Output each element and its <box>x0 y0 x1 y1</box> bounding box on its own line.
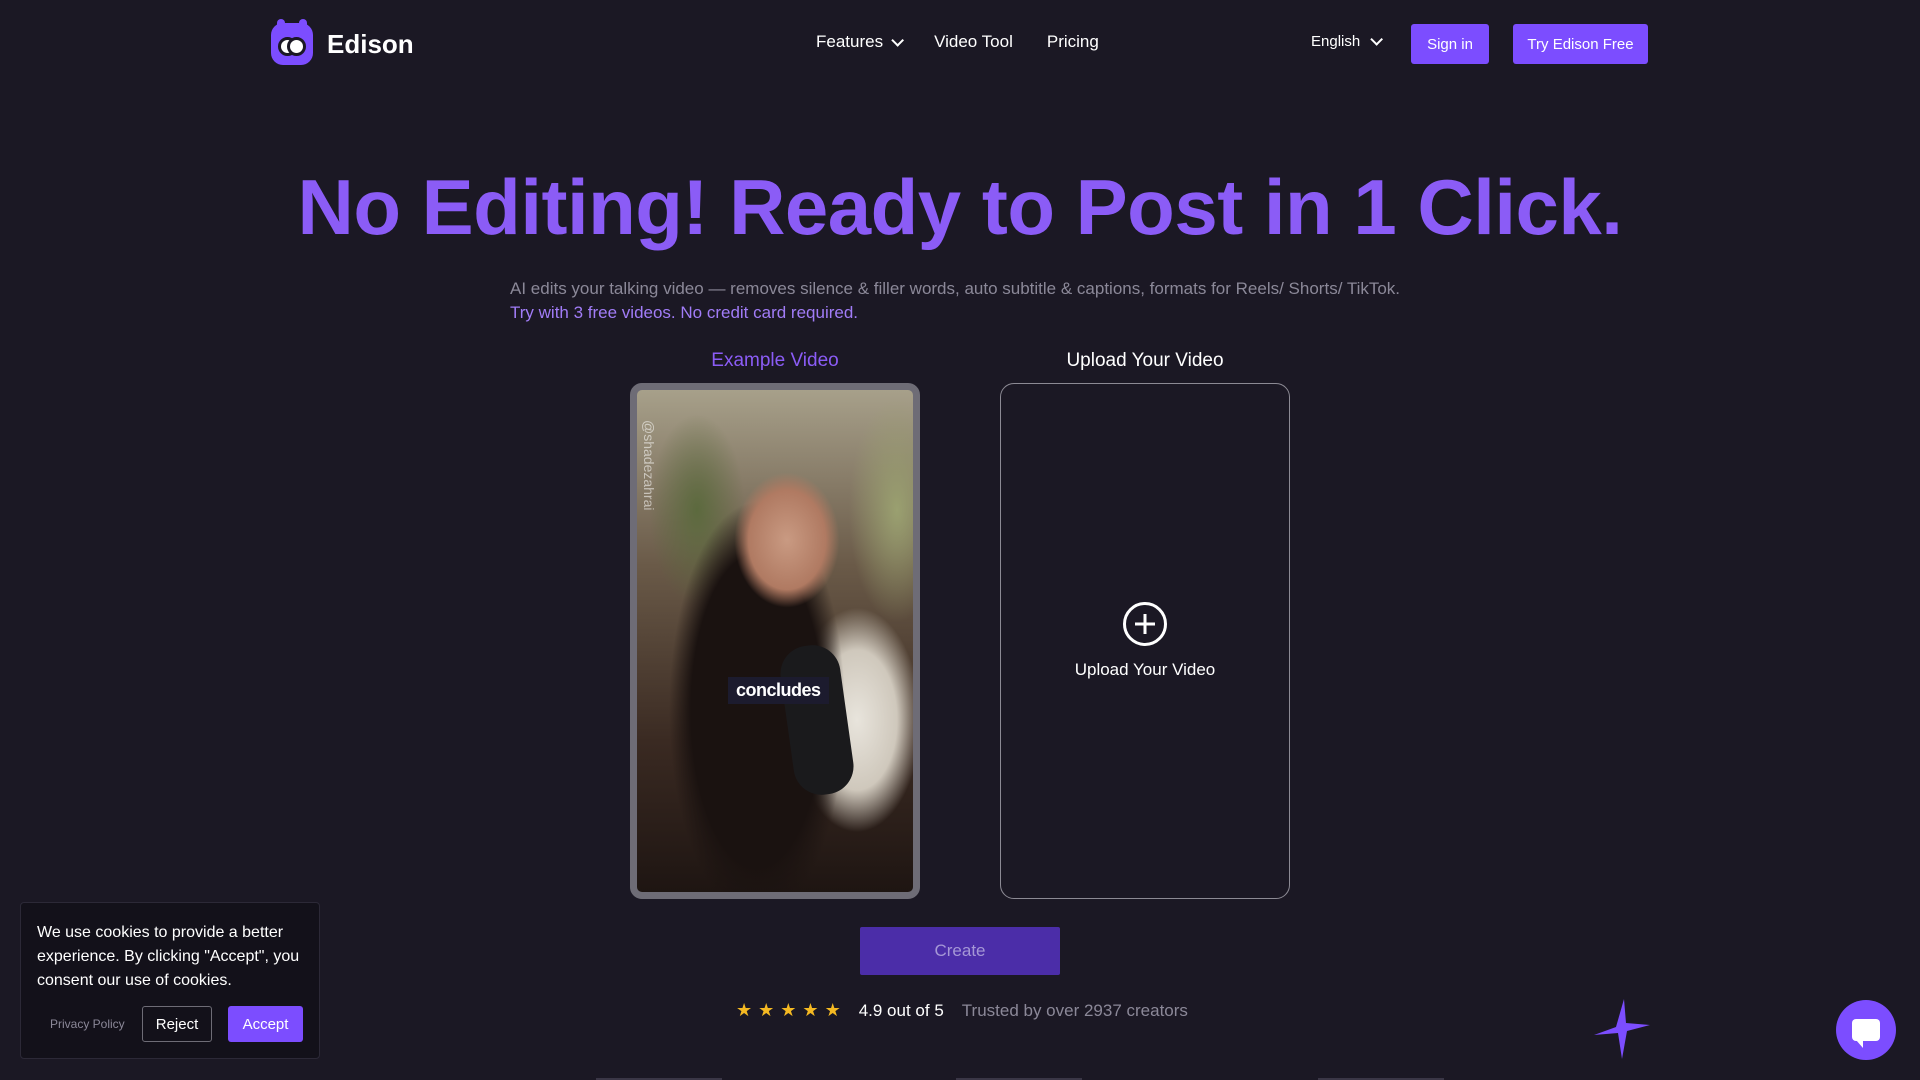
nav-item-pricing[interactable]: Pricing <box>1047 32 1099 52</box>
star-icon: ★ <box>802 1000 819 1020</box>
brand-logo[interactable]: Edison <box>271 19 414 65</box>
sparkle-icon <box>1594 999 1650 1059</box>
star-icon: ★ <box>736 1000 753 1020</box>
upload-dropzone-label: Upload Your Video <box>1074 660 1216 679</box>
hero-subtitle: AI edits your talking video — removes si… <box>510 279 1401 298</box>
example-video-label: Example Video <box>711 350 839 371</box>
brand-name: Edison <box>327 28 414 59</box>
nav-item-video-tool[interactable]: Video Tool <box>934 32 1013 52</box>
language-selector[interactable]: English <box>1311 33 1384 50</box>
rating-row: ★ ★ ★ ★ ★ 4.9 out of 5 Trusted by over 2… <box>736 1000 1188 1021</box>
star-icon: ★ <box>824 1000 841 1020</box>
accept-button[interactable]: Accept <box>228 1006 303 1042</box>
rating-stars: ★ ★ ★ ★ ★ <box>736 1000 841 1021</box>
page: Edison Features Video Tool Pricing Engli… <box>0 0 1920 1080</box>
nav-item-features[interactable]: Features <box>816 32 905 52</box>
video-watermark: @shadezahrai <box>641 420 657 511</box>
chat-bubble-icon <box>1852 1019 1880 1048</box>
nav-item-label: Features <box>816 32 884 51</box>
example-video-player[interactable]: @shadezahrai concludes <box>630 383 920 899</box>
sign-in-button[interactable]: Sign in <box>1411 24 1489 64</box>
chevron-down-icon <box>891 33 905 47</box>
star-icon: ★ <box>780 1000 797 1020</box>
main-nav: Features Video Tool Pricing <box>816 32 1099 52</box>
try-free-button[interactable]: Try Edison Free <box>1513 24 1648 64</box>
plus-circle-icon <box>1123 602 1167 646</box>
chat-launcher-button[interactable] <box>1836 1000 1896 1060</box>
cookie-message: We use cookies to provide a better exper… <box>37 924 300 989</box>
upload-dropzone[interactable]: Upload Your Video <box>1000 383 1290 899</box>
edison-robot-logo-icon <box>271 19 313 65</box>
hero-title: No Editing! Ready to Post in 1 Click. <box>297 163 1623 251</box>
language-label: English <box>1311 33 1361 50</box>
video-caption: concludes <box>728 677 829 704</box>
reject-button[interactable]: Reject <box>142 1006 212 1042</box>
privacy-policy-link[interactable]: Privacy Policy <box>50 1017 142 1031</box>
create-button[interactable]: Create <box>860 927 1060 975</box>
cookie-actions: Privacy Policy Reject Accept <box>50 1006 303 1042</box>
nav-item-label: Video Tool <box>934 32 1013 51</box>
video-frame <box>637 390 913 892</box>
nav-item-label: Pricing <box>1046 32 1099 51</box>
chevron-down-icon <box>1370 33 1384 46</box>
star-icon: ★ <box>758 1000 775 1020</box>
rating-trust: Trusted by over 2937 creators <box>961 1000 1188 1020</box>
hero-subtitle-note: Try with 3 free videos. No credit card r… <box>510 303 859 322</box>
rating-score: 4.9 out of 5 <box>858 1000 944 1020</box>
upload-video-label: Upload Your Video <box>1066 350 1224 371</box>
